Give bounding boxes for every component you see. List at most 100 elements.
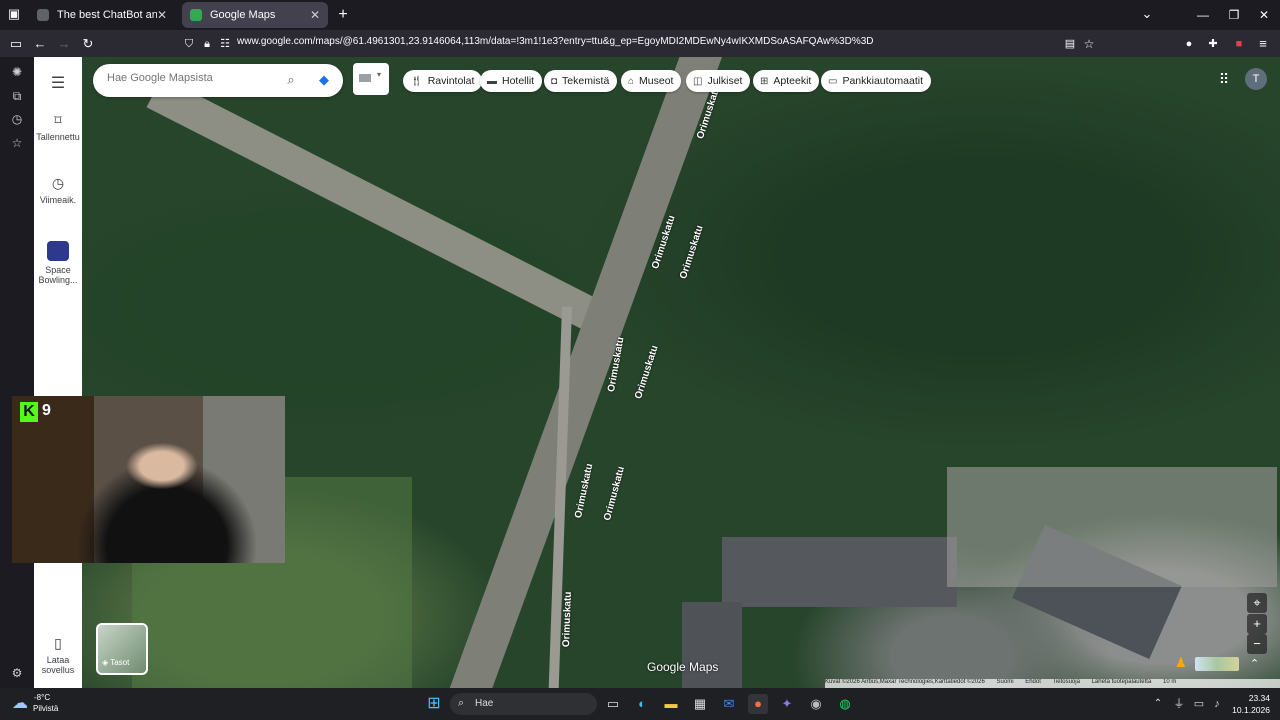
google-maps-logo: Google Maps xyxy=(647,660,719,674)
kick-badge: K xyxy=(20,402,38,422)
chip-museums[interactable]: ⌂ Museot xyxy=(621,70,682,92)
teams-icon[interactable]: ✦ xyxy=(777,694,797,714)
camera-icon: ◘ xyxy=(551,75,558,87)
chip-label: Ravintolat xyxy=(427,75,475,87)
taskbar-search-label: Hae xyxy=(475,698,494,709)
privacy-link[interactable]: Tietosuoja xyxy=(1052,679,1079,685)
rail-item-download-app[interactable]: ▯ Lataa sovellus xyxy=(34,635,82,675)
layers-label: ◈ Tasot xyxy=(102,658,129,667)
imagery-thumbnails[interactable] xyxy=(1195,657,1239,671)
tab-overview-icon[interactable]: ▣ xyxy=(5,5,23,23)
start-windows-icon[interactable]: ⊞ xyxy=(424,694,444,714)
spotify-icon[interactable]: ◍ xyxy=(835,694,855,714)
imagery-credit: Kuvat ©2026 Airbus,Maxar Technologies,Ka… xyxy=(825,679,985,685)
permissions-icon[interactable]: ☷ xyxy=(216,35,234,53)
terms-link[interactable]: Ehdot xyxy=(1025,679,1041,685)
close-icon[interactable]: ✕ xyxy=(157,8,167,22)
search-box[interactable]: ⌕ ◆ xyxy=(93,64,343,97)
chip-label: Tekemistä xyxy=(562,75,610,87)
rail-item-recent[interactable]: ◷ Viimeaik. xyxy=(34,175,82,205)
apps-grid-icon[interactable]: ⠿ xyxy=(1215,71,1233,89)
chip-hotels[interactable]: ▬ Hotellit xyxy=(480,70,543,92)
close-window-button[interactable]: ✕ xyxy=(1249,4,1279,26)
store-icon[interactable]: ▦ xyxy=(690,694,710,714)
rail-item-space-bowling[interactable]: Space Bowling... xyxy=(34,241,82,285)
chip-label: Museot xyxy=(639,75,674,87)
tracking-shield-icon[interactable]: ⛉ xyxy=(180,35,198,53)
back-button[interactable]: ← xyxy=(31,35,49,53)
feedback-link[interactable]: Lähetä tuotepalautetta xyxy=(1092,679,1152,685)
chip-transit[interactable]: ◫ Julkiset xyxy=(686,70,751,92)
tray-overflow-icon[interactable]: ⌃ xyxy=(1148,694,1168,714)
layers-button[interactable]: ◈ Tasot xyxy=(96,623,148,675)
reload-button[interactable]: ↻ xyxy=(79,35,97,53)
bookmarks-icon[interactable]: ☆ xyxy=(9,135,25,151)
synced-tabs-icon[interactable]: ⧉ xyxy=(9,88,25,104)
satellite-map[interactable]: Orimuskatu Orimuskatu Orimuskatu Orimusk… xyxy=(82,57,1280,688)
directions-icon[interactable]: ◆ xyxy=(315,71,333,89)
edge-icon[interactable]: ◐ xyxy=(632,694,652,714)
weather-cloud-icon[interactable]: ☁ xyxy=(10,694,30,714)
expand-chevron-icon[interactable]: ⌃ xyxy=(1250,657,1259,670)
chip-pharmacies[interactable]: ⊞ Apteekit xyxy=(753,70,820,92)
zoom-in-button[interactable]: + xyxy=(1247,614,1267,634)
chip-things-to-do[interactable]: ◘ Tekemistä xyxy=(544,70,618,92)
windows-taskbar: ☁ -8°C Pilvistä ⊞ ▭ ◐ ▬ ▦ ✉ ● ✦ ◉ ◍ ⌃ ⏚ … xyxy=(0,688,1280,720)
sidebar-toggle-icon[interactable]: ▭ xyxy=(7,35,25,53)
scale-label: 10 m xyxy=(1162,679,1177,685)
file-explorer-icon[interactable]: ▬ xyxy=(661,694,681,714)
chip-atms[interactable]: ▭ Pankkiautomaatit xyxy=(821,70,931,92)
avatar[interactable]: T xyxy=(1245,68,1267,90)
extensions-icon[interactable]: ✚ xyxy=(1204,35,1222,53)
image-mode-toggle[interactable]: ▾ xyxy=(353,63,389,95)
settings-gear-icon[interactable]: ⚙ xyxy=(9,665,25,681)
search-input[interactable] xyxy=(107,72,267,84)
url-bar[interactable]: www.google.com/maps/@61.4961301,23.91460… xyxy=(237,36,874,47)
minimize-button[interactable]: — xyxy=(1188,4,1218,26)
network-icon[interactable]: ▭ xyxy=(1189,694,1209,714)
account-icon[interactable]: ■ xyxy=(1230,35,1248,53)
ai-chat-icon[interactable]: ✺ xyxy=(9,64,25,80)
firefox-icon[interactable]: ● xyxy=(748,694,768,714)
restore-button[interactable]: ❐ xyxy=(1219,4,1249,26)
menu-icon[interactable]: ≡ xyxy=(1254,35,1272,53)
clock-date[interactable]: 10.1.2026 xyxy=(1222,705,1270,715)
chip-restaurants[interactable]: 🍴︎ Ravintolat xyxy=(403,70,483,92)
obs-icon[interactable]: ◉ xyxy=(806,694,826,714)
rail-item-saved[interactable]: ⌑ Tallennettu xyxy=(34,112,82,142)
task-view-icon[interactable]: ▭ xyxy=(603,694,623,714)
maps-menu-icon[interactable]: ☰ xyxy=(34,73,82,93)
building xyxy=(722,537,957,607)
museum-icon: ⌂ xyxy=(628,75,635,87)
tab-chatbot[interactable]: The best ChatBot and Widgets ✕ xyxy=(29,2,175,28)
reader-view-icon[interactable]: ▤ xyxy=(1061,35,1079,53)
pegman-icon[interactable]: ♟ xyxy=(1175,655,1187,673)
new-tab-button[interactable]: + xyxy=(334,6,352,24)
tab-google-maps[interactable]: Google Maps ✕ xyxy=(182,2,328,28)
lock-icon[interactable]: 🔒︎ xyxy=(198,35,216,53)
hotel-icon: ▬ xyxy=(487,75,497,87)
region-link[interactable]: Suomi xyxy=(997,679,1014,685)
road-west xyxy=(146,77,626,344)
microphone-icon[interactable]: ⏚ xyxy=(1169,694,1189,714)
chip-label: Pankkiautomaatit xyxy=(842,75,923,87)
layers-text: Tasot xyxy=(110,658,130,667)
road-label: Orimuskatu xyxy=(573,462,596,520)
search-icon[interactable]: ⌕ xyxy=(282,71,300,89)
clock-time[interactable]: 23.34 xyxy=(1230,693,1270,703)
maps-favicon-icon xyxy=(190,9,202,21)
taskbar-search[interactable]: ⌕ Hae xyxy=(450,693,597,715)
road-label: Orimuskatu xyxy=(561,591,574,648)
rail-label: Tallennettu xyxy=(36,132,80,142)
layers-icon: ◈ xyxy=(102,658,111,667)
mail-icon[interactable]: ✉ xyxy=(719,694,739,714)
bookmark-star-icon[interactable]: ☆ xyxy=(1080,35,1098,53)
forward-button[interactable]: → xyxy=(55,35,73,53)
close-icon[interactable]: ✕ xyxy=(310,8,320,22)
zoom-out-button[interactable]: − xyxy=(1247,634,1267,654)
extension-icon[interactable]: ● xyxy=(1180,35,1198,53)
my-location-button[interactable]: ⌖ xyxy=(1247,593,1267,613)
tab-title: The best ChatBot and Widgets xyxy=(57,9,157,21)
history-icon[interactable]: ◷ xyxy=(9,111,25,127)
tab-list-dropdown[interactable]: ⌄ xyxy=(1138,5,1156,23)
